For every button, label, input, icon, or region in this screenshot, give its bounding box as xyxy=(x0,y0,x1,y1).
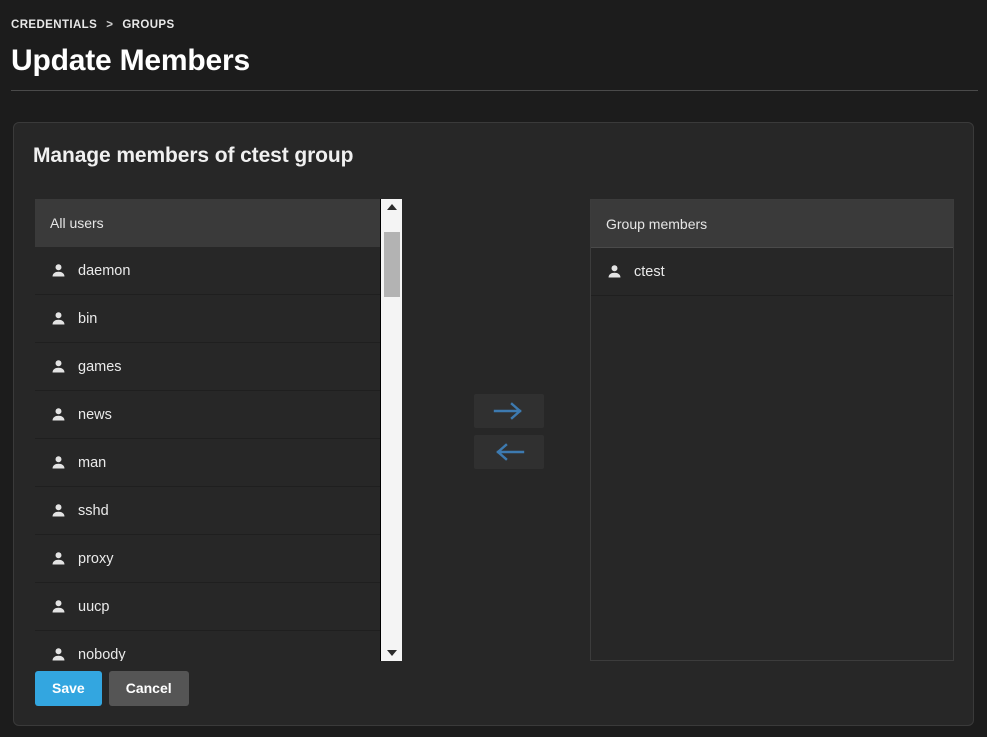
page-header: CREDENTIALS > GROUPS Update Members xyxy=(0,0,987,91)
arrow-left-icon xyxy=(493,442,525,462)
person-icon xyxy=(606,263,623,280)
list-item-label: nobody xyxy=(78,646,126,662)
person-icon xyxy=(50,550,67,567)
chevron-up-icon xyxy=(387,204,397,210)
list-item[interactable]: sshd xyxy=(35,487,380,535)
list-item[interactable]: bin xyxy=(35,295,380,343)
person-icon xyxy=(50,310,67,327)
person-icon xyxy=(50,502,67,519)
list-item[interactable]: daemon xyxy=(35,247,380,295)
transfer-widget: All users daemon bin games news man sshd proxy… xyxy=(14,199,973,661)
header-divider xyxy=(11,90,978,91)
list-item-label: sshd xyxy=(78,502,109,519)
list-item[interactable]: news xyxy=(35,391,380,439)
transfer-buttons xyxy=(474,394,544,469)
manage-members-card: Manage members of ctest group All users … xyxy=(13,122,974,726)
all-users-panel: All users daemon bin games news man sshd proxy… xyxy=(35,199,402,661)
scrollbar-up-arrow-icon[interactable] xyxy=(381,199,402,215)
breadcrumb-item-credentials[interactable]: CREDENTIALS xyxy=(11,19,97,31)
person-icon xyxy=(50,598,67,615)
scrollbar-down-arrow-icon[interactable] xyxy=(381,645,402,661)
list-item[interactable]: games xyxy=(35,343,380,391)
list-item-label: news xyxy=(78,406,112,423)
chevron-down-icon xyxy=(387,650,397,656)
group-members-header: Group members xyxy=(591,200,953,248)
list-item-label: bin xyxy=(78,310,98,327)
scrollbar-thumb[interactable] xyxy=(384,232,400,297)
person-icon xyxy=(50,406,67,423)
group-members-list[interactable]: ctest xyxy=(591,248,953,660)
card-title: Manage members of ctest group xyxy=(33,144,354,167)
save-button[interactable]: Save xyxy=(35,671,102,706)
list-item[interactable]: proxy xyxy=(35,535,380,583)
person-icon xyxy=(50,454,67,471)
add-member-button[interactable] xyxy=(474,394,544,428)
list-item[interactable]: nobody xyxy=(35,631,380,661)
person-icon xyxy=(50,358,67,375)
list-item-label: ctest xyxy=(634,263,665,280)
group-members-header-label: Group members xyxy=(606,215,708,232)
list-item-label: uucp xyxy=(78,598,110,615)
list-item-label: games xyxy=(78,358,122,375)
list-item-label: daemon xyxy=(78,262,131,279)
breadcrumb-separator: > xyxy=(106,19,114,31)
breadcrumb: CREDENTIALS > GROUPS xyxy=(11,18,987,32)
all-users-scrollbar[interactable] xyxy=(380,199,402,661)
all-users-header-label: All users xyxy=(50,215,104,231)
arrow-right-icon xyxy=(493,401,525,421)
group-members-panel: Group members ctest xyxy=(590,199,954,661)
cancel-button[interactable]: Cancel xyxy=(108,671,189,706)
card-footer: Save Cancel xyxy=(35,671,189,706)
person-icon xyxy=(50,262,67,279)
list-item[interactable]: uucp xyxy=(35,583,380,631)
all-users-list[interactable]: daemon bin games news man sshd proxy uucp nobody xyxy=(35,247,380,661)
list-item[interactable]: man xyxy=(35,439,380,487)
person-icon xyxy=(50,646,67,661)
list-item-label: man xyxy=(78,454,107,471)
list-item[interactable]: ctest xyxy=(591,248,953,296)
breadcrumb-item-groups[interactable]: GROUPS xyxy=(122,19,174,31)
remove-member-button[interactable] xyxy=(474,435,544,469)
all-users-header: All users xyxy=(35,199,402,247)
list-item-label: proxy xyxy=(78,550,114,567)
page-title: Update Members xyxy=(11,44,250,77)
